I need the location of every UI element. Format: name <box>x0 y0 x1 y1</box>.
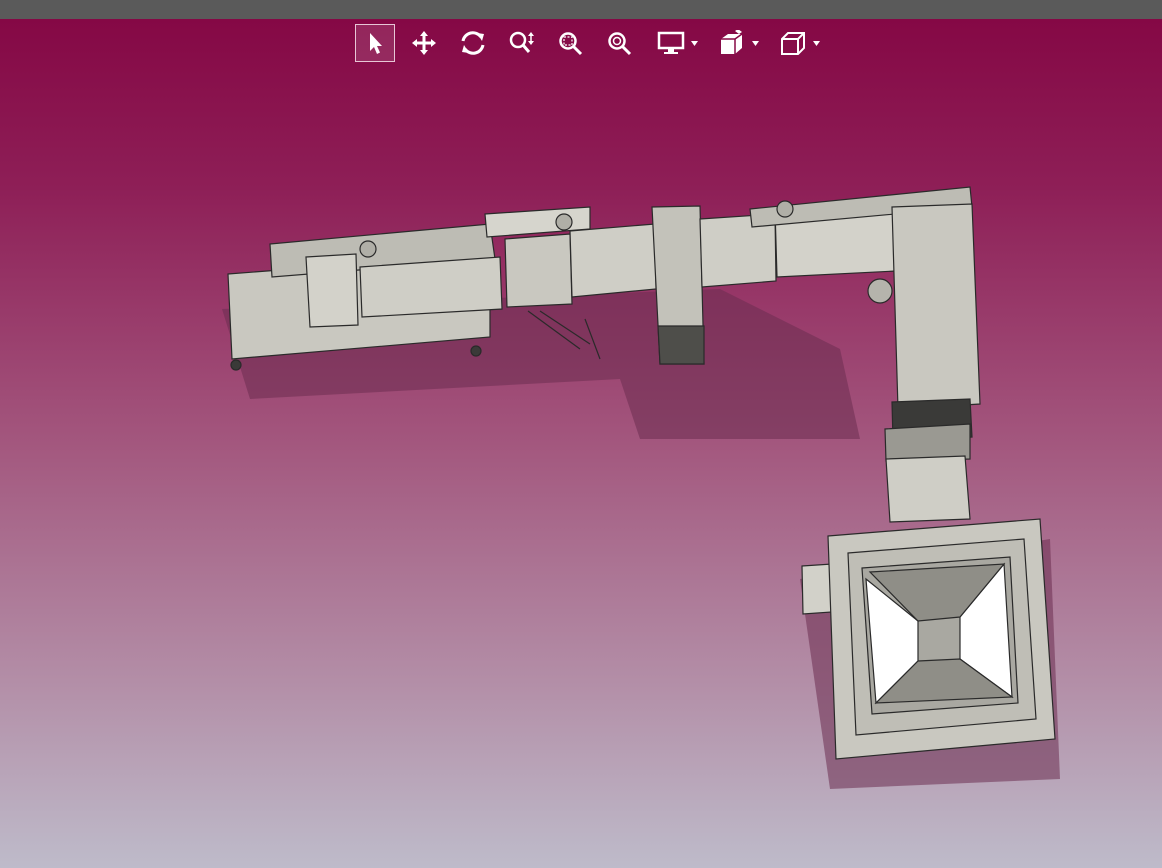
view-cube-icon <box>721 30 743 54</box>
arrow-pointer-icon <box>370 33 382 54</box>
display-mode-dropdown[interactable] <box>649 24 701 62</box>
rotate-icon <box>461 31 485 55</box>
3d-model[interactable] <box>0 19 1162 868</box>
monitor-icon <box>657 31 685 54</box>
window-title-bar <box>0 0 1162 19</box>
3d-viewport[interactable] <box>0 19 1162 868</box>
chevron-down-icon <box>691 40 698 46</box>
zoom-updown-icon <box>509 31 534 53</box>
view-orientation-dropdown[interactable] <box>710 24 762 62</box>
hopper-assembly <box>801 518 1056 760</box>
rotate-tool-button[interactable] <box>453 24 493 62</box>
select-tool-button[interactable] <box>355 24 395 62</box>
zoom-fit-icon <box>608 32 632 56</box>
zoom-fit-tool-button[interactable] <box>600 24 640 62</box>
view-toolbar <box>355 23 832 63</box>
zoom-tool-button[interactable] <box>502 24 542 62</box>
chevron-down-icon <box>752 40 759 46</box>
pan-tool-button[interactable] <box>404 24 444 62</box>
projection-dropdown[interactable] <box>771 24 823 62</box>
box-icon <box>781 32 805 55</box>
zoom-window-tool-button[interactable] <box>551 24 591 62</box>
move-cross-icon <box>412 31 436 55</box>
chevron-down-icon <box>813 40 820 46</box>
zoom-window-icon <box>559 32 583 56</box>
